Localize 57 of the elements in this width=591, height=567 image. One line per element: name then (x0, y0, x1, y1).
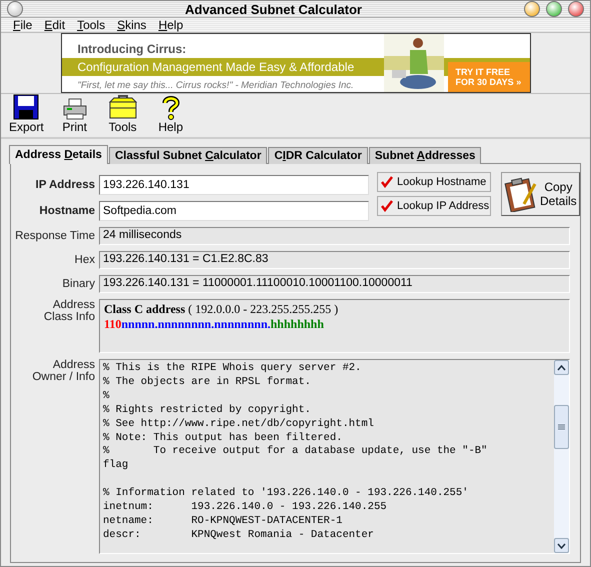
lookup-checkbox[interactable]: Lookup Hostname (377, 172, 491, 192)
bit-pattern: 110nnnnn.nnnnnnnn.nnnnnnnn.hhhhhhhh (104, 317, 325, 332)
tab[interactable]: CIDR Calculator (268, 147, 368, 164)
question-mark-icon (162, 96, 180, 120)
field-label: Hex (74, 254, 95, 266)
minimize-button[interactable] (524, 1, 540, 17)
whois-line: % (103, 390, 110, 404)
menu-item[interactable]: Tools (77, 18, 106, 32)
whois-line: % The objects are in RPSL format. (103, 376, 311, 390)
toolbar-button[interactable]: Tools (106, 94, 140, 134)
whois-line: descr: KPNQwest Romania - Datacenter (103, 528, 374, 543)
menu-item[interactable]: Edit (44, 18, 66, 32)
menu-item[interactable]: Skins (117, 18, 146, 32)
whois-line: netname: RO-KPNQWEST-DATACENTER-1 (103, 514, 342, 529)
text-field[interactable]: Softpedia.com (99, 201, 369, 221)
field-label: Hostname (38, 205, 95, 217)
copy-details-button[interactable]: Copy Details (501, 172, 580, 216)
field-label: Address Owner / Info (31, 359, 95, 383)
tab[interactable]: Address Details (9, 145, 108, 164)
whois-line: % See http://www.ripe.net/db/copyright.html (103, 418, 374, 432)
whois-line: % Information related to '193.226.140.0 - 193.226.140.255' (103, 487, 468, 501)
toolbar-button[interactable]: Print (58, 98, 92, 134)
field-label: Address Class Info (42, 299, 95, 323)
whois-line: inetnum: 193.226.140.0 - 193.226.140.255 (103, 501, 387, 515)
printer-icon (62, 98, 87, 120)
whois-line: % Rights restricted by copyright. (103, 404, 311, 418)
readout-field: 193.226.140.131 = C1.E2.8C.83 (99, 251, 570, 269)
banner-headline: Introducing Cirrus: (76, 41, 186, 58)
field-label: Binary (61, 278, 95, 290)
window-title: Advanced Subnet Calculator (184, 2, 363, 16)
field-label: IP Address (34, 179, 95, 191)
tab[interactable]: Subnet Addresses (368, 147, 482, 164)
scrollbar[interactable] (554, 360, 569, 553)
whois-line: % To receive output for a database update, use the "-B" (103, 445, 488, 459)
whois-line: flag (103, 459, 128, 474)
banner-quote: "First, let me say this... Cirrus rocks!" - Meridian Technologies Inc. (76, 79, 354, 91)
readout-field: 193.226.140.131 = 11000001.11100010.10001100.10000011 (99, 275, 570, 293)
menu-item[interactable]: Help (158, 18, 184, 32)
field-label: Response Time (15, 230, 95, 242)
whois-text-area[interactable] (99, 359, 570, 554)
toolbar-button[interactable]: Export (9, 94, 44, 134)
tab[interactable]: Classful Subnet Calculator (108, 147, 268, 164)
toolbar-button[interactable]: Help (154, 96, 188, 134)
text-field[interactable]: 193.226.140.131 (99, 175, 369, 195)
grip-icon (558, 424, 565, 430)
window-menu-button[interactable] (7, 1, 23, 17)
readout-field: 24 milliseconds (99, 227, 570, 245)
clipboard-icon (504, 176, 538, 212)
close-button[interactable] (568, 1, 584, 17)
whois-line: % This is the RIPE Whois query server #2. (103, 362, 362, 376)
menu-item[interactable]: File (13, 18, 32, 32)
ad-banner[interactable]: Introducing Cirrus: Configuration Management Made Easy & Affordable "First, let me say this... Cirrus rocks!" - Meridian Technologies Inc. TRY IT FREE FOR 30 DAYS » (60, 33, 530, 93)
whois-line: % Note: This output has been filtered. (103, 432, 342, 445)
toolbox-icon (108, 94, 138, 120)
lookup-checkbox[interactable]: Lookup IP Address (377, 196, 491, 216)
maximize-button[interactable] (546, 1, 562, 17)
class-title: Class C address ( 192.0.0.0 - 223.255.255.255 ) (104, 302, 340, 317)
